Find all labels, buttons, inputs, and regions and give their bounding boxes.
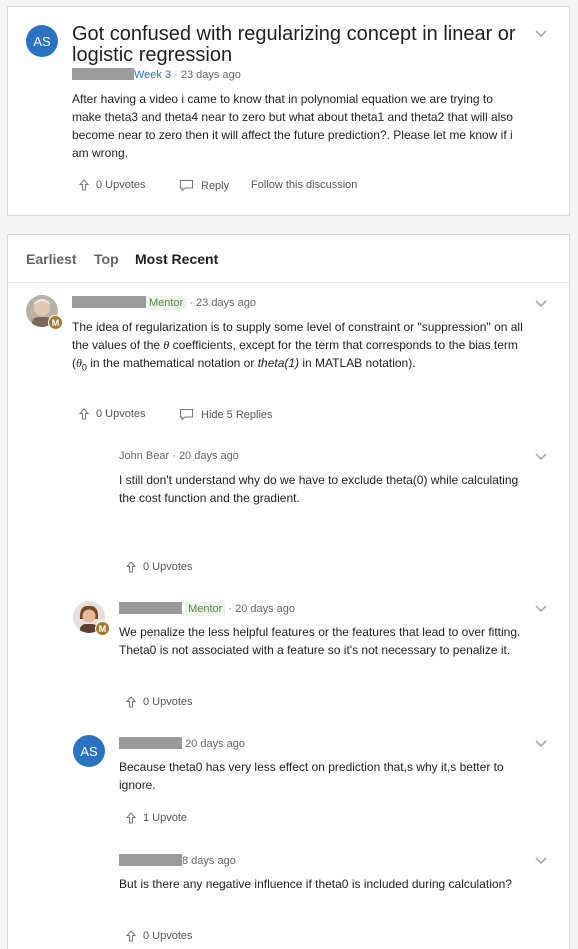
chevron-down-icon[interactable]	[534, 299, 548, 309]
reply-body: Because theta0 has very less effect on p…	[119, 760, 504, 792]
chevron-down-icon[interactable]	[534, 452, 548, 462]
chevron-down-icon[interactable]	[534, 29, 548, 39]
arrow-up-icon	[79, 179, 89, 191]
answers-card: Earliest Top Most Recent M Mentor · 23 d…	[7, 234, 570, 949]
reply-timestamp: · 20 days ago	[172, 450, 239, 462]
arrow-up-icon	[126, 561, 136, 573]
chevron-down-icon[interactable]	[534, 856, 548, 866]
speech-bubble-icon	[180, 409, 193, 421]
reply-meta: 8 days ago	[119, 854, 236, 867]
mentor-tag: Mentor	[185, 602, 226, 616]
redacted-author-name	[119, 854, 182, 866]
author-avatar[interactable]: AS	[26, 25, 58, 57]
reply-meta: 20 days ago	[119, 737, 245, 750]
divider	[8, 282, 569, 283]
upvote-button[interactable]: 0 Upvotes	[126, 930, 193, 942]
author-avatar[interactable]: AS	[73, 735, 105, 767]
sort-tab-earliest[interactable]: Earliest	[26, 251, 77, 267]
reply-body: But is there any negative influence if t…	[119, 877, 512, 891]
reply-meta: Mentor · 20 days ago	[119, 602, 295, 616]
arrow-up-icon	[79, 408, 89, 420]
redacted-author-name	[119, 737, 182, 749]
follow-discussion-link[interactable]: Follow this discussion	[251, 179, 357, 191]
question-card: AS Got confused with regularizing concep…	[7, 6, 570, 216]
upvote-button[interactable]: 0 Upvotes	[126, 561, 193, 573]
week-link[interactable]: Week 3	[134, 69, 171, 81]
reply-button[interactable]: Reply	[179, 179, 229, 192]
mentor-tag: Mentor	[146, 296, 187, 310]
reply-author[interactable]: John Bear	[119, 450, 169, 462]
chevron-down-icon[interactable]	[534, 604, 548, 614]
reply-meta: John Bear · 20 days ago	[119, 450, 239, 462]
upvote-button[interactable]: 1 Upvote	[126, 812, 187, 824]
reply-timestamp: · 20 days ago	[228, 603, 296, 615]
mentor-badge-icon: M	[95, 621, 110, 636]
mentor-badge-icon: M	[48, 315, 63, 330]
reply-body: We penalize the less helpful features or…	[119, 625, 521, 657]
answer-meta: Mentor · 23 days ago	[72, 296, 256, 310]
hide-replies-button[interactable]: Hide 5 Replies	[179, 408, 273, 421]
sort-tab-most-recent[interactable]: Most Recent	[135, 251, 218, 267]
arrow-up-icon	[126, 930, 136, 942]
reply-body: I still don't understand why do we have …	[119, 473, 519, 505]
upvote-button[interactable]: 0 Upvotes	[126, 696, 193, 708]
reply-timestamp: 8 days ago	[182, 855, 236, 867]
answer-body: The idea of regularization is to supply …	[72, 320, 523, 373]
chevron-down-icon[interactable]	[534, 739, 548, 749]
question-body: After having a video i came to know that…	[72, 92, 513, 160]
arrow-up-icon	[126, 696, 136, 708]
question-meta: Week 3 · 23 days ago	[72, 68, 241, 81]
answer-timestamp: · 23 days ago	[189, 297, 256, 309]
reply-timestamp: 20 days ago	[185, 738, 245, 750]
upvote-button[interactable]: 0 Upvotes	[79, 408, 146, 420]
redacted-author-name	[72, 68, 134, 80]
redacted-author-name	[119, 602, 182, 614]
sort-tab-top[interactable]: Top	[94, 251, 119, 267]
redacted-author-name	[72, 296, 146, 308]
discussion-title: Got confused with regularizing concept i…	[72, 23, 516, 66]
question-timestamp: · 23 days ago	[174, 69, 241, 81]
arrow-up-icon	[126, 812, 136, 824]
upvote-button[interactable]: 0 Upvotes	[79, 179, 146, 191]
speech-bubble-icon	[180, 180, 193, 192]
